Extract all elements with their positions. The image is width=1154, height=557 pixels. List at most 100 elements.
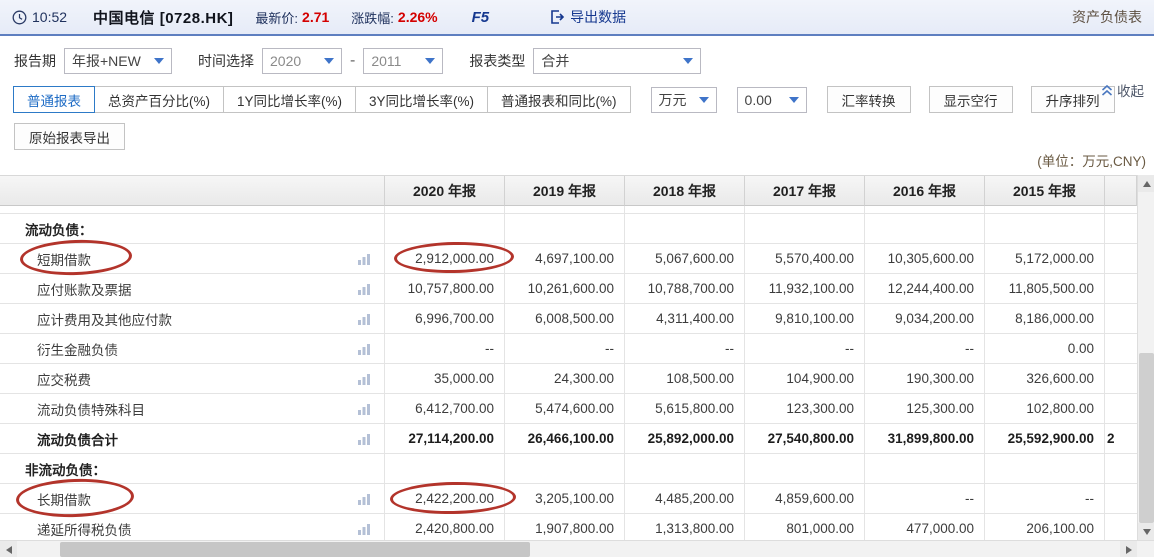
balance-sheet-table: 2020 年报2019 年报2018 年报2017 年报2016 年报2015 … xyxy=(0,175,1137,540)
value-cell: 1,907,800.00 xyxy=(505,514,625,540)
bar-chart-icon[interactable] xyxy=(357,403,371,418)
row-label: 应计费用及其他应付款 xyxy=(0,304,385,334)
clipped-value-cell xyxy=(1105,484,1137,514)
table-row: 衍生金融负债----------0.00 xyxy=(0,334,1137,364)
toolbar-button[interactable]: 汇率转换 xyxy=(827,86,911,113)
top-bar: 10:52 中国电信 [0728.HK] 最新价: 2.71 涨跌幅: 2.26… xyxy=(0,0,1154,36)
value-cell xyxy=(385,214,505,244)
value-cell: 9,810,100.00 xyxy=(745,304,865,334)
value-cell: 2,912,000.00 xyxy=(385,244,505,274)
vertical-scrollbar[interactable] xyxy=(1137,175,1154,540)
value-cell: 10,788,700.00 xyxy=(625,274,745,304)
bar-chart-icon[interactable] xyxy=(357,433,371,448)
toolbar-tab[interactable]: 普通报表 xyxy=(13,86,95,113)
value-cell: 206,100.00 xyxy=(985,514,1105,540)
row-label-text: 递延所得税负债 xyxy=(37,519,132,539)
decimal-select[interactable]: 0.00 xyxy=(737,87,807,113)
value-cell: 6,412,700.00 xyxy=(385,394,505,424)
time-to-select[interactable]: 2011 xyxy=(363,48,443,74)
horizontal-scroll-thumb[interactable] xyxy=(60,542,530,557)
report-period-select[interactable]: 年报+NEW xyxy=(64,48,172,74)
toolbar-tab[interactable]: 总资产百分比(%) xyxy=(94,86,224,113)
value-cell xyxy=(745,214,865,244)
column-header: 2017 年报 xyxy=(745,176,865,206)
value-cell: 9,034,200.00 xyxy=(865,304,985,334)
header-label-column xyxy=(0,176,385,206)
stock-name: 中国电信 [0728.HK] xyxy=(93,7,233,28)
table-row: 非流动负债： xyxy=(0,454,1137,484)
partial-scrolled-row xyxy=(0,206,1137,214)
unit-select[interactable]: 万元 xyxy=(651,87,717,113)
chevron-down-icon xyxy=(789,97,799,103)
column-header: 2020 年报 xyxy=(385,176,505,206)
report-view-tabs: 普通报表总资产百分比(%)1Y同比增长率(%)3Y同比增长率(%)普通报表和同比… xyxy=(14,86,631,113)
scroll-left-arrow[interactable] xyxy=(0,541,17,557)
toolbar-tab[interactable]: 普通报表和同比(%) xyxy=(487,86,631,113)
value-cell: 24,300.00 xyxy=(505,364,625,394)
bar-chart-icon[interactable] xyxy=(357,313,371,328)
row-label: 长期借款 xyxy=(0,484,385,514)
value-cell: 5,474,600.00 xyxy=(505,394,625,424)
bar-chart-icon[interactable] xyxy=(357,523,371,538)
collapse-button[interactable]: 收起 xyxy=(1101,80,1144,100)
toolbar-button[interactable]: 显示空行 xyxy=(929,86,1013,113)
table-row: 应计费用及其他应付款6,996,700.006,008,500.004,311,… xyxy=(0,304,1137,334)
toolbar-tab[interactable]: 3Y同比增长率(%) xyxy=(355,86,488,113)
range-separator: - xyxy=(350,52,355,70)
value-cell: 8,186,000.00 xyxy=(985,304,1105,334)
export-original-report-button[interactable]: 原始报表导出 xyxy=(14,123,125,150)
report-type-label: 报表类型 xyxy=(469,51,525,71)
table-row: 流动负债： xyxy=(0,214,1137,244)
table-body: 流动负债：短期借款2,912,000.004,697,100.005,067,6… xyxy=(0,214,1137,540)
latest-price-label: 最新价: xyxy=(255,8,298,27)
value-cell xyxy=(385,454,505,484)
bar-chart-icon[interactable] xyxy=(357,343,371,358)
row-label: 流动负债合计 xyxy=(0,424,385,454)
clipped-value-cell xyxy=(1105,244,1137,274)
column-header: 2016 年报 xyxy=(865,176,985,206)
scroll-up-arrow[interactable] xyxy=(1138,175,1154,192)
table-row: 递延所得税负债2,420,800.001,907,800.001,313,800… xyxy=(0,514,1137,540)
value-cell: 3,205,100.00 xyxy=(505,484,625,514)
scroll-right-arrow[interactable] xyxy=(1120,541,1137,557)
row-label-text: 流动负债合计 xyxy=(37,429,118,449)
chevron-down-icon xyxy=(699,97,709,103)
row-label-text: 应付账款及票据 xyxy=(37,279,132,299)
value-cell: 10,305,600.00 xyxy=(865,244,985,274)
horizontal-scrollbar[interactable] xyxy=(0,540,1154,557)
toolbar-tab[interactable]: 1Y同比增长率(%) xyxy=(223,86,356,113)
change-pct-label: 涨跌幅: xyxy=(351,8,394,27)
table-row: 应付账款及票据10,757,800.0010,261,600.0010,788,… xyxy=(0,274,1137,304)
value-cell: -- xyxy=(865,484,985,514)
header-clipped-column xyxy=(1105,176,1137,206)
scroll-down-arrow[interactable] xyxy=(1138,523,1154,540)
bar-chart-icon[interactable] xyxy=(357,373,371,388)
clipped-value-cell xyxy=(1105,304,1137,334)
chevron-down-icon xyxy=(324,58,334,64)
report-type-value: 合并 xyxy=(541,51,569,71)
value-cell: 5,615,800.00 xyxy=(625,394,745,424)
chevron-down-icon xyxy=(425,58,435,64)
clipped-value-cell xyxy=(1105,274,1137,304)
vertical-scroll-thumb[interactable] xyxy=(1139,353,1154,523)
report-type-select[interactable]: 合并 xyxy=(533,48,701,74)
chevron-down-icon xyxy=(683,58,693,64)
export-data-button[interactable]: 导出数据 xyxy=(549,7,626,27)
value-cell: 4,697,100.00 xyxy=(505,244,625,274)
bar-chart-icon[interactable] xyxy=(357,493,371,508)
clipped-value-cell xyxy=(1105,334,1137,364)
change-pct-value: 2.26% xyxy=(398,9,438,25)
value-cell: -- xyxy=(385,334,505,364)
time-from-select[interactable]: 2020 xyxy=(262,48,342,74)
row-label-text: 应交税费 xyxy=(37,369,91,389)
value-cell: 6,008,500.00 xyxy=(505,304,625,334)
clipped-value-cell xyxy=(1105,394,1137,424)
value-cell: 26,466,100.00 xyxy=(505,424,625,454)
bar-chart-icon[interactable] xyxy=(357,283,371,298)
value-cell: 2,422,200.00 xyxy=(385,484,505,514)
row-label: 递延所得税负债 xyxy=(0,514,385,540)
refresh-f5-button[interactable]: F5 xyxy=(472,9,490,26)
value-cell: 35,000.00 xyxy=(385,364,505,394)
bar-chart-icon[interactable] xyxy=(357,253,371,268)
value-cell: -- xyxy=(985,484,1105,514)
